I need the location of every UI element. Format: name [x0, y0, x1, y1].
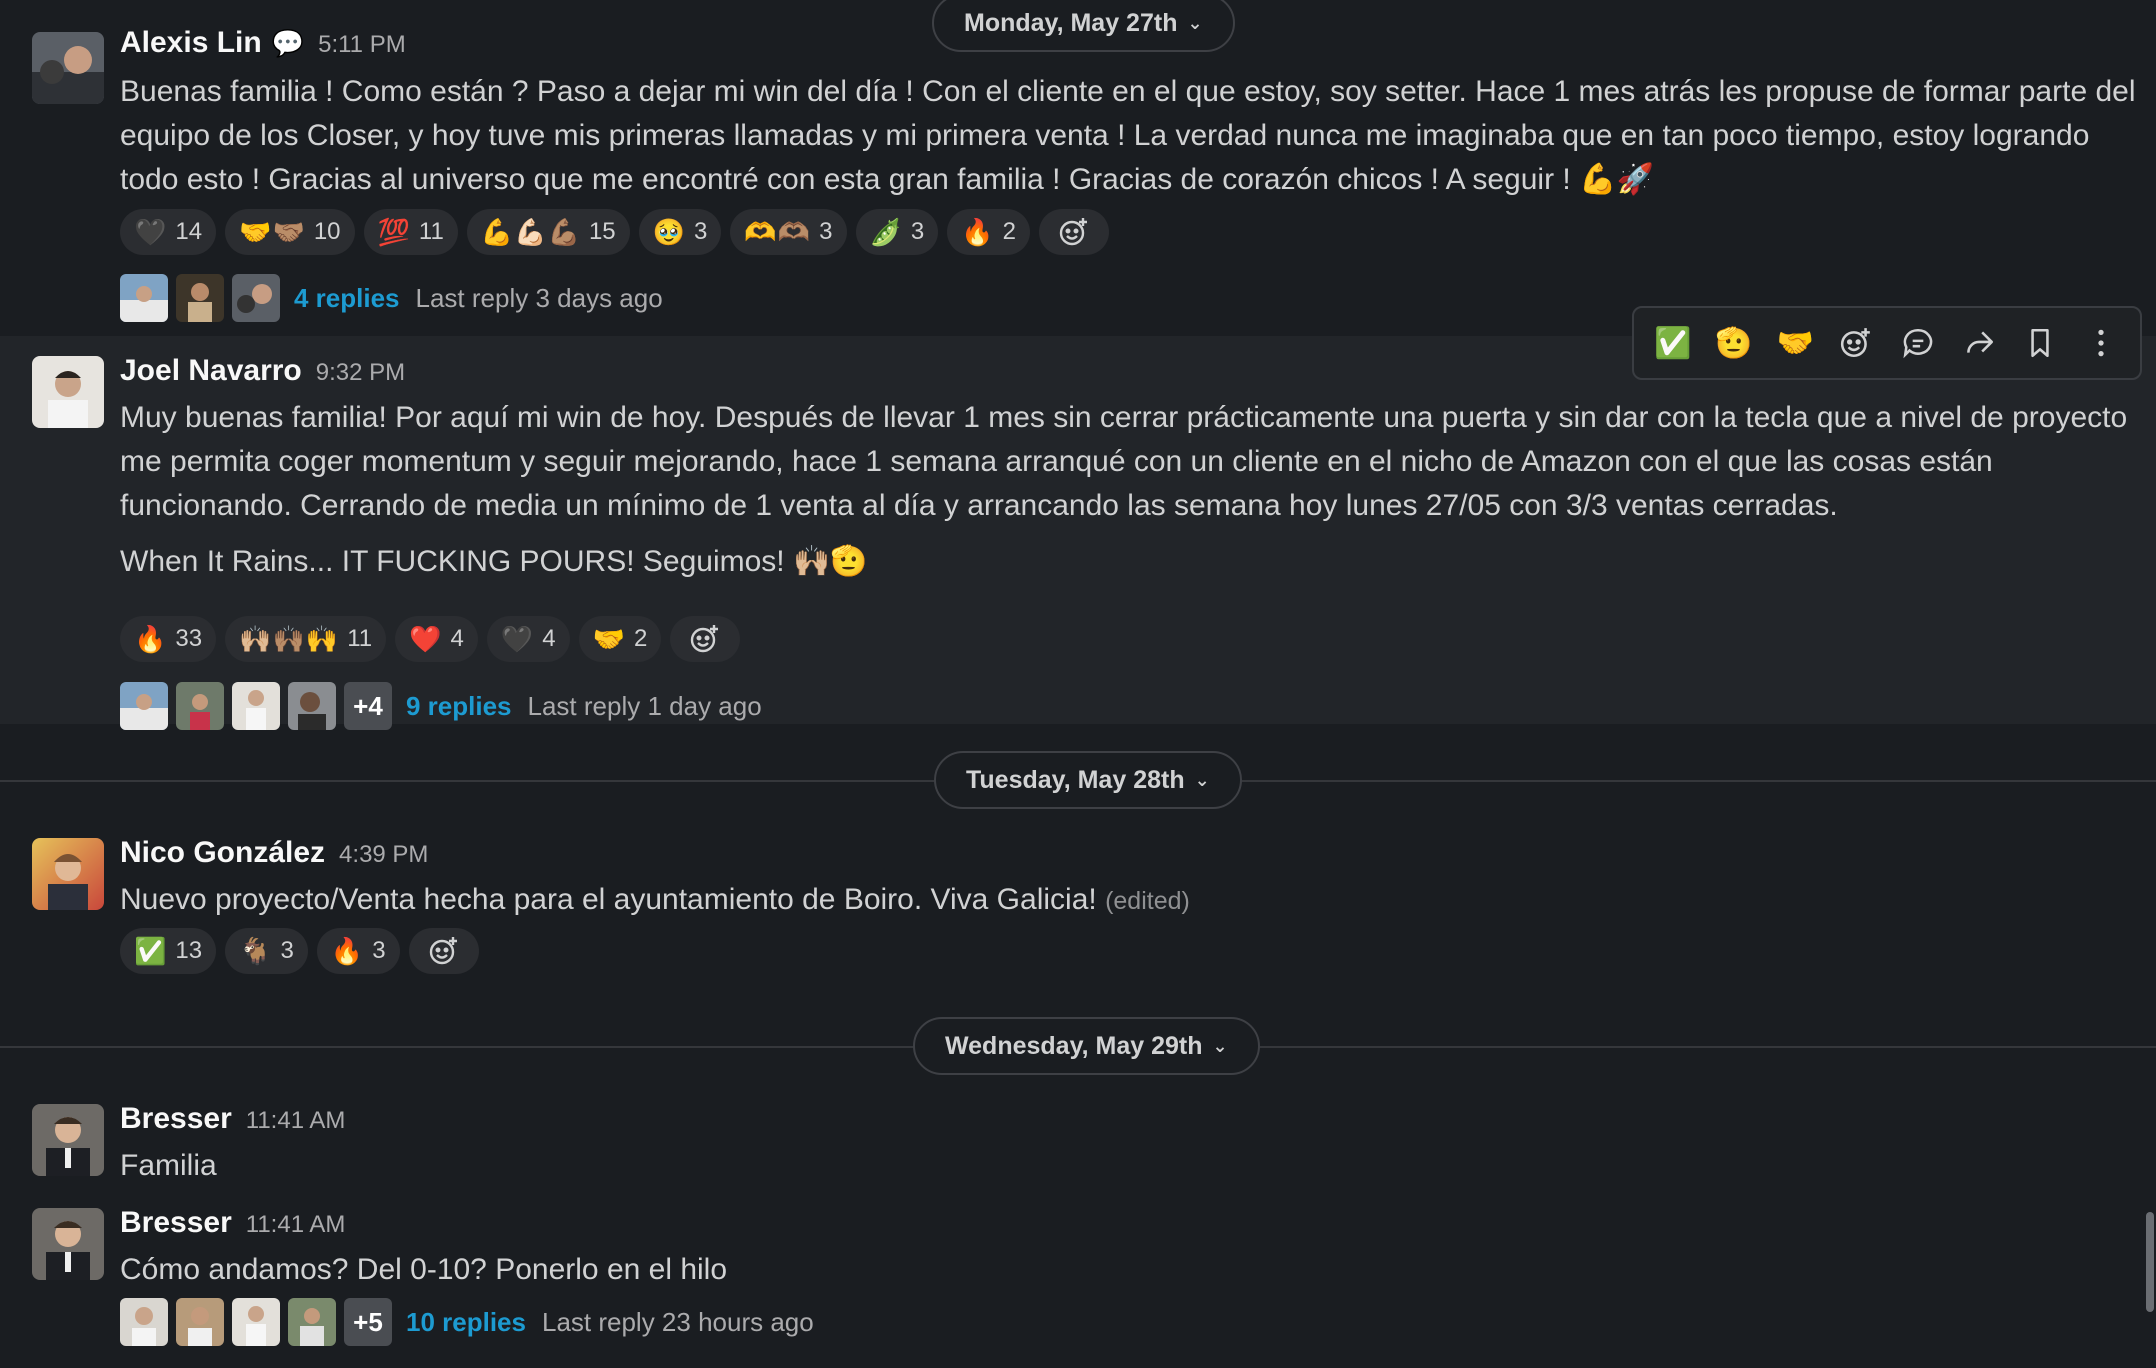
message-text: Buenas familia ! Como están ? Paso a dej…	[120, 75, 2136, 196]
replies-link[interactable]: 4 replies	[294, 283, 400, 314]
quick-reaction-check-button[interactable]: ✅	[1647, 317, 1699, 369]
avatar[interactable]	[32, 838, 104, 910]
timestamp[interactable]: 11:41 AM	[246, 1107, 346, 1135]
scrollbar[interactable]	[2146, 1212, 2154, 1312]
reaction[interactable]: 🤝🤝🏽 10	[225, 209, 355, 255]
reaction[interactable]: 🫶🫶🏽 3	[730, 209, 847, 255]
author-name[interactable]: Bresser	[120, 1102, 232, 1136]
reactions-bar: ✅ 13 🐐 3 🔥 3	[120, 928, 479, 974]
speech-bubble-icon: 💬	[271, 28, 305, 58]
timestamp[interactable]: 5:11 PM	[318, 31, 406, 59]
message-actions-toolbar: ✅ 🫡 🤝	[1632, 306, 2142, 380]
message-text: Muy buenas familia! Por aquí mi win de h…	[120, 401, 2128, 522]
thread-summary[interactable]: +5 10 replies Last reply 23 hours ago	[120, 1298, 814, 1346]
avatar	[176, 274, 224, 322]
avatar	[288, 682, 336, 730]
more-participants: +5	[344, 1298, 392, 1346]
author-name[interactable]: Alexis Lin	[120, 26, 262, 60]
message-text: Familia	[120, 1149, 217, 1182]
author-name[interactable]: Bresser	[120, 1206, 232, 1240]
bookmark-icon	[2031, 328, 2049, 358]
thread-summary[interactable]: 4 replies Last reply 3 days ago	[120, 274, 663, 322]
add-reaction-button[interactable]	[408, 928, 479, 974]
message-nico[interactable]: Nico González 4:39 PM Nuevo proyecto/Ven…	[0, 822, 2156, 1002]
reaction[interactable]: 🔥 33	[120, 616, 217, 662]
add-reaction-icon	[1059, 218, 1087, 246]
reaction[interactable]: ✅ 13	[120, 928, 217, 974]
reply-in-thread-icon	[1903, 328, 1932, 359]
last-reply-text: Last reply 1 day ago	[527, 690, 762, 721]
avatar[interactable]	[32, 356, 104, 428]
replies-link[interactable]: 10 replies	[406, 1307, 526, 1338]
add-reaction-icon	[1841, 328, 1871, 358]
message-text-row: Nuevo proyecto/Venta hecha para el ayunt…	[120, 878, 2136, 923]
more-participants: +4	[344, 682, 392, 730]
date-divider-wednesday[interactable]: Wednesday, May 29th ⌄	[913, 1017, 1260, 1075]
reaction[interactable]: 🖤 4	[486, 616, 570, 662]
date-label: Wednesday, May 29th	[945, 1031, 1203, 1060]
reaction[interactable]: 💪💪🏻💪🏽 15	[466, 209, 630, 255]
timestamp[interactable]: 9:32 PM	[316, 359, 405, 387]
date-divider-tuesday[interactable]: Tuesday, May 28th ⌄	[934, 751, 1242, 809]
add-reaction-icon	[429, 937, 457, 965]
avatar	[232, 682, 280, 730]
reaction[interactable]: 🥹 3	[638, 209, 722, 255]
timestamp[interactable]: 4:39 PM	[339, 841, 428, 869]
reactions-bar: 🔥 33 🙌🏼🙌🏽🙌 11 ❤️ 4 🖤 4 🤝 2	[120, 616, 741, 662]
avatar[interactable]	[32, 1104, 104, 1176]
reaction[interactable]: 🐐 3	[225, 928, 308, 974]
quick-reaction-handshake-button[interactable]: 🤝	[1769, 317, 1821, 369]
timestamp[interactable]: 11:41 AM	[246, 1211, 346, 1239]
reply-in-thread-button[interactable]	[1892, 317, 1944, 369]
reaction[interactable]: 🤝 2	[578, 616, 662, 662]
reaction[interactable]: 🔥 3	[316, 928, 400, 974]
forward-button[interactable]	[1953, 317, 2005, 369]
avatar	[120, 682, 168, 730]
avatar	[120, 274, 168, 322]
avatar	[120, 1298, 168, 1346]
reaction[interactable]: 🖤 14	[120, 209, 217, 255]
add-reaction-icon	[691, 625, 719, 653]
message-joel[interactable]: Joel Navarro 9:32 PM Muy buenas familia!…	[0, 336, 2156, 730]
date-label: Tuesday, May 28th	[966, 765, 1185, 794]
more-vertical-icon	[2098, 329, 2105, 357]
last-reply-text: Last reply 3 days ago	[415, 282, 663, 313]
more-actions-button[interactable]	[2075, 317, 2127, 369]
save-button[interactable]	[2014, 317, 2066, 369]
message-bresser-1[interactable]: Bresser 11:41 AM Familia	[0, 1088, 2156, 1192]
add-reaction-button[interactable]	[1038, 209, 1109, 255]
author-name[interactable]: Nico González	[120, 836, 325, 870]
message-bresser-2[interactable]: Bresser 11:41 AM Cómo andamos? Del 0-10?…	[0, 1192, 2156, 1368]
reaction[interactable]: 💯 11	[363, 209, 458, 255]
replies-link[interactable]: 9 replies	[406, 691, 512, 722]
reaction[interactable]: 🔥 2	[947, 209, 1030, 255]
reactions-bar: 🖤 14 🤝🤝🏽 10 💯 11 💪💪🏻💪🏽 15 🥹 3 🫶🫶🏽 3 🫛 3 🔥 2	[120, 209, 1109, 255]
edited-label: (edited)	[1105, 887, 1190, 915]
avatar	[288, 1298, 336, 1346]
add-reaction-button[interactable]	[1830, 317, 1882, 369]
message-text: Cómo andamos? Del 0-10? Ponerlo en el hi…	[120, 1253, 728, 1286]
avatar[interactable]	[32, 32, 104, 104]
thread-summary[interactable]: +4 9 replies Last reply 1 day ago	[120, 682, 762, 730]
avatar	[232, 274, 280, 322]
avatar	[232, 1298, 280, 1346]
reaction[interactable]: ❤️ 4	[395, 616, 478, 662]
quick-reaction-salute-button[interactable]: 🫡	[1708, 317, 1760, 369]
add-reaction-button[interactable]	[670, 616, 741, 662]
message-text-line-2: When It Rains... IT FUCKING POURS! Segui…	[120, 545, 868, 578]
avatar	[176, 1298, 224, 1346]
last-reply-text: Last reply 23 hours ago	[541, 1306, 814, 1337]
reaction[interactable]: 🙌🏼🙌🏽🙌 11	[225, 616, 387, 662]
reaction[interactable]: 🫛 3	[855, 209, 939, 255]
forward-icon	[1966, 331, 1993, 353]
chevron-down-icon: ⌄	[1212, 1035, 1228, 1056]
avatar	[176, 682, 224, 730]
avatar[interactable]	[32, 1208, 104, 1280]
chevron-down-icon: ⌄	[1194, 769, 1210, 790]
message-text: Nuevo proyecto/Venta hecha para el ayunt…	[120, 883, 1097, 916]
message-alexis[interactable]: Alexis Lin 💬 5:11 PM Buenas familia ! Co…	[0, 0, 2156, 336]
author-name[interactable]: Joel Navarro	[120, 354, 302, 388]
